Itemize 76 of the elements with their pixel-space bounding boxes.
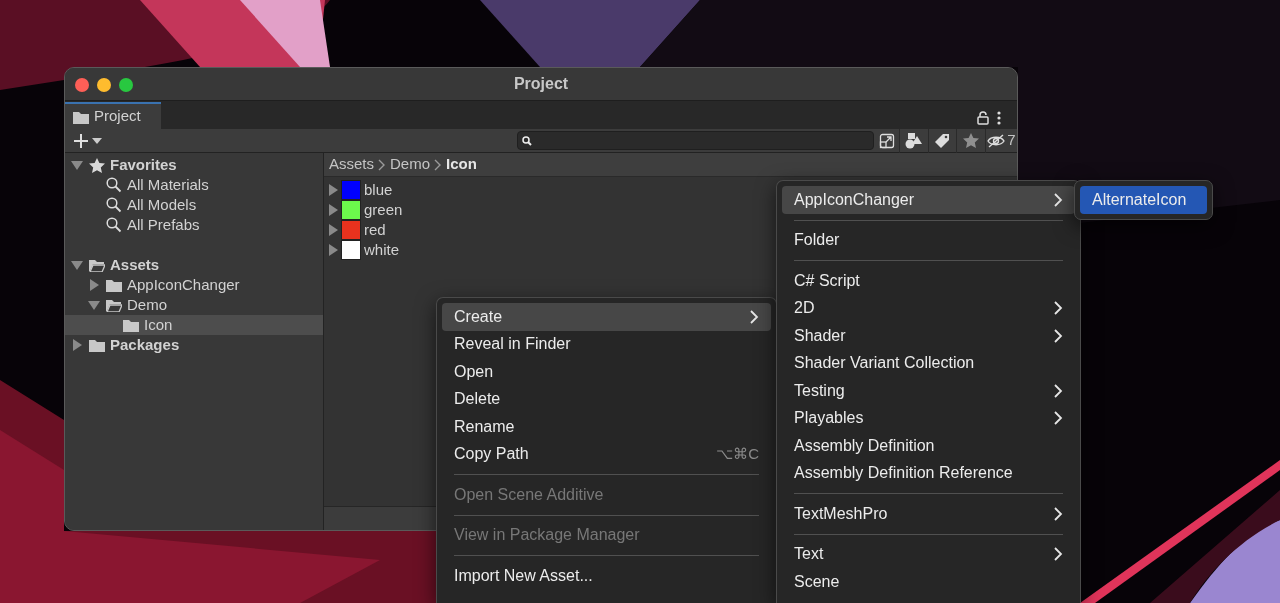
menu-item[interactable]: Copy Path ⌥⌘C bbox=[442, 440, 771, 468]
search-icon bbox=[106, 217, 122, 233]
window-title: Project bbox=[513, 74, 569, 94]
folder-icon bbox=[89, 338, 105, 352]
menu-item[interactable]: Open bbox=[442, 358, 771, 386]
breadcrumb-link[interactable]: Demo bbox=[390, 153, 431, 176]
star-icon bbox=[89, 157, 105, 173]
menu-item[interactable]: AppIconChanger bbox=[782, 186, 1075, 214]
tag-icon bbox=[934, 132, 951, 149]
menu-item[interactable]: Folder bbox=[782, 226, 1075, 254]
chevron-icon bbox=[1054, 192, 1063, 207]
menu-item[interactable]: 2D bbox=[782, 294, 1075, 322]
shapes-icon bbox=[904, 132, 923, 149]
menu-item[interactable]: Delete bbox=[442, 385, 771, 413]
menu-item[interactable]: Playables bbox=[782, 404, 1075, 432]
chevron-icon bbox=[378, 158, 386, 171]
chevron-icon bbox=[1054, 411, 1063, 426]
minimize-button[interactable] bbox=[97, 78, 111, 92]
menu-item[interactable]: Create bbox=[442, 303, 771, 331]
tree-item[interactable]: Favorites bbox=[65, 155, 323, 175]
menu-item[interactable]: Rename bbox=[442, 413, 771, 441]
project-tab[interactable]: Project bbox=[65, 102, 161, 129]
chevron-icon bbox=[1054, 328, 1063, 343]
chevron-icon bbox=[750, 309, 759, 324]
tree-item[interactable]: Packages bbox=[65, 335, 323, 355]
tree-item[interactable]: All Models bbox=[65, 195, 323, 215]
hidden-eye-icon bbox=[987, 133, 1006, 148]
open-folder-icon bbox=[89, 258, 105, 272]
tree-item[interactable]: All Prefabs bbox=[65, 215, 323, 235]
expand-arrow-icon bbox=[328, 244, 338, 256]
menu-item[interactable]: Shader bbox=[782, 322, 1075, 350]
tree-item[interactable]: AppIconChanger bbox=[65, 275, 323, 295]
folder-icon bbox=[106, 278, 122, 292]
shortcut-label: ⌥⌘C bbox=[716, 444, 759, 464]
chevron-icon bbox=[1054, 383, 1063, 398]
chevron-icon bbox=[434, 158, 443, 171]
folder-icon bbox=[123, 318, 139, 332]
chevron-icon bbox=[1054, 506, 1063, 521]
chevron-icon bbox=[1054, 547, 1063, 562]
open-folder-icon bbox=[106, 298, 122, 312]
lock-icon[interactable] bbox=[977, 111, 989, 125]
expand-arrow-icon bbox=[328, 204, 338, 216]
star-icon bbox=[962, 133, 979, 148]
window-icon bbox=[878, 132, 895, 149]
tree-item[interactable]: Assets bbox=[65, 255, 323, 275]
current-folder-label: Icon bbox=[446, 154, 477, 175]
folder-icon bbox=[73, 109, 89, 124]
menu-item[interactable]: AlternateIcon bbox=[1080, 186, 1207, 214]
tree-item[interactable]: All Materials bbox=[65, 175, 323, 195]
search-icon bbox=[522, 135, 532, 146]
breadcrumb-link[interactable]: Assets bbox=[329, 153, 374, 176]
menu-item[interactable]: Assembly Definition Reference bbox=[782, 459, 1075, 487]
plus-icon bbox=[73, 132, 89, 149]
menu-item[interactable]: Shader Variant Collection bbox=[782, 349, 1075, 377]
menu-item[interactable]: TextMeshPro bbox=[782, 500, 1075, 528]
expand-arrow-icon bbox=[328, 224, 338, 236]
search-field[interactable] bbox=[517, 131, 875, 150]
menu-item[interactable]: C# Script bbox=[782, 267, 1075, 295]
search-icon bbox=[106, 177, 122, 193]
zoom-button[interactable] bbox=[119, 78, 133, 92]
create-button[interactable] bbox=[73, 132, 102, 149]
expand-arrow-icon bbox=[328, 184, 338, 196]
caret-icon bbox=[92, 137, 102, 144]
tree-item[interactable]: Demo bbox=[65, 295, 323, 315]
menu-item[interactable]: Text bbox=[782, 540, 1075, 568]
menu-item[interactable]: Testing bbox=[782, 377, 1075, 405]
menu-item[interactable]: Reveal in Finder bbox=[442, 330, 771, 358]
chevron-icon bbox=[1054, 301, 1063, 316]
menu-item[interactable]: Scene bbox=[782, 568, 1075, 596]
tree-item[interactable]: Icon bbox=[65, 315, 323, 335]
search-icon bbox=[106, 197, 122, 213]
close-button[interactable] bbox=[75, 78, 89, 92]
hidden-packages-button[interactable]: 7 bbox=[984, 128, 1017, 153]
menu-item[interactable]: Assembly Definition bbox=[782, 432, 1075, 460]
menu-item[interactable]: Import New Asset... bbox=[442, 562, 771, 590]
more-options-icon[interactable] bbox=[997, 111, 1001, 125]
